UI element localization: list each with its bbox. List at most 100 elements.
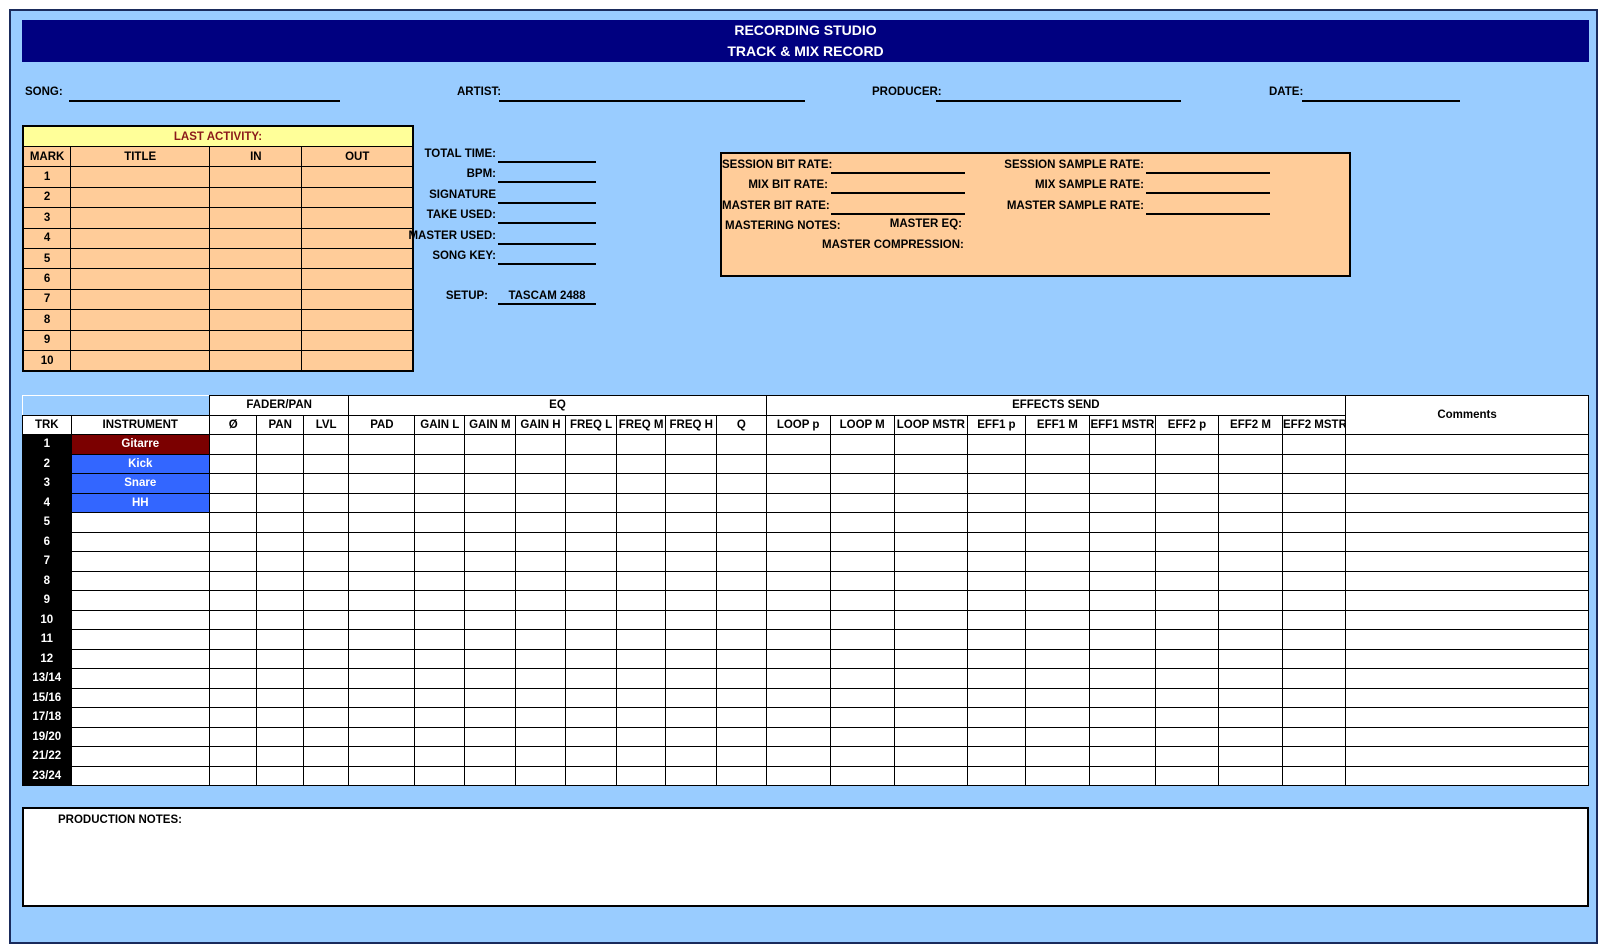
value-cell[interactable] [208,629,258,650]
value-cell[interactable] [829,434,895,455]
value-cell[interactable] [208,551,258,572]
bpm-field[interactable] [498,181,596,183]
value-cell[interactable] [665,629,718,650]
value-cell[interactable] [514,590,567,611]
value-cell[interactable] [414,746,466,767]
value-cell[interactable] [565,512,617,533]
title-cell[interactable] [70,166,211,188]
value-cell[interactable] [665,687,718,708]
value-cell[interactable] [765,473,831,494]
value-cell[interactable] [1281,531,1347,552]
value-cell[interactable] [348,531,416,552]
value-cell[interactable] [893,590,969,611]
value-cell[interactable] [765,746,831,767]
value-cell[interactable] [256,668,304,689]
value-cell[interactable] [893,726,969,747]
value-cell[interactable] [967,453,1026,474]
out-cell[interactable] [301,349,414,372]
value-cell[interactable] [514,687,567,708]
value-cell[interactable] [414,765,466,786]
value-cell[interactable] [893,453,969,474]
value-cell[interactable] [765,668,831,689]
value-cell[interactable] [615,473,667,494]
value-cell[interactable] [348,609,416,630]
value-cell[interactable] [1217,512,1284,533]
value-cell[interactable] [1281,726,1347,747]
value-cell[interactable] [967,746,1026,767]
value-cell[interactable] [514,668,567,689]
value-cell[interactable] [565,590,617,611]
instrument-cell[interactable] [70,570,210,591]
value-cell[interactable] [256,570,304,591]
value-cell[interactable] [1154,726,1219,747]
value-cell[interactable] [464,668,516,689]
instrument-cell[interactable] [70,629,210,650]
instrument-cell[interactable] [70,609,210,630]
value-cell[interactable] [514,492,567,513]
value-cell[interactable] [464,609,516,630]
value-cell[interactable] [1024,473,1090,494]
value-cell[interactable] [716,707,767,728]
value-cell[interactable] [1024,434,1090,455]
value-cell[interactable] [967,531,1026,552]
value-cell[interactable] [829,492,895,513]
value-cell[interactable] [414,551,466,572]
value-cell[interactable] [1088,707,1156,728]
in-cell[interactable] [209,329,303,351]
value-cell[interactable] [829,609,895,630]
value-cell[interactable] [348,512,416,533]
value-cell[interactable] [302,453,350,474]
value-cell[interactable] [615,687,667,708]
value-cell[interactable] [1281,570,1347,591]
value-cell[interactable] [716,648,767,669]
instrument-cell[interactable] [70,551,210,572]
value-cell[interactable] [716,512,767,533]
title-cell[interactable] [70,268,211,290]
value-cell[interactable] [565,629,617,650]
value-cell[interactable] [1024,629,1090,650]
value-cell[interactable] [967,726,1026,747]
value-cell[interactable] [829,570,895,591]
in-cell[interactable] [209,227,303,249]
value-cell[interactable] [615,629,667,650]
value-cell[interactable] [1088,551,1156,572]
value-cell[interactable] [208,726,258,747]
value-cell[interactable] [348,765,416,786]
value-cell[interactable] [765,629,831,650]
value-cell[interactable] [256,609,304,630]
value-cell[interactable] [1024,609,1090,630]
value-cell[interactable] [464,492,516,513]
value-cell[interactable] [414,648,466,669]
value-cell[interactable] [967,765,1026,786]
mix-bit-rate-field[interactable] [831,192,965,194]
comments-cell[interactable] [1345,492,1589,513]
value-cell[interactable] [256,473,304,494]
value-cell[interactable] [464,531,516,552]
value-cell[interactable] [464,629,516,650]
out-cell[interactable] [301,329,414,351]
value-cell[interactable] [1154,512,1219,533]
value-cell[interactable] [1217,570,1284,591]
value-cell[interactable] [615,492,667,513]
value-cell[interactable] [514,629,567,650]
value-cell[interactable] [256,629,304,650]
value-cell[interactable] [348,492,416,513]
value-cell[interactable] [893,551,969,572]
value-cell[interactable] [893,609,969,630]
value-cell[interactable] [829,648,895,669]
in-cell[interactable] [209,288,303,311]
value-cell[interactable] [1088,746,1156,767]
value-cell[interactable] [665,492,718,513]
value-cell[interactable] [1281,590,1347,611]
value-cell[interactable] [765,492,831,513]
instrument-cell[interactable] [70,765,210,786]
value-cell[interactable] [665,473,718,494]
value-cell[interactable] [829,687,895,708]
comments-cell[interactable] [1345,473,1589,494]
value-cell[interactable] [967,648,1026,669]
value-cell[interactable] [1088,512,1156,533]
value-cell[interactable] [1281,434,1347,455]
value-cell[interactable] [1024,648,1090,669]
instrument-cell[interactable]: Kick [70,453,210,474]
value-cell[interactable] [1154,590,1219,611]
